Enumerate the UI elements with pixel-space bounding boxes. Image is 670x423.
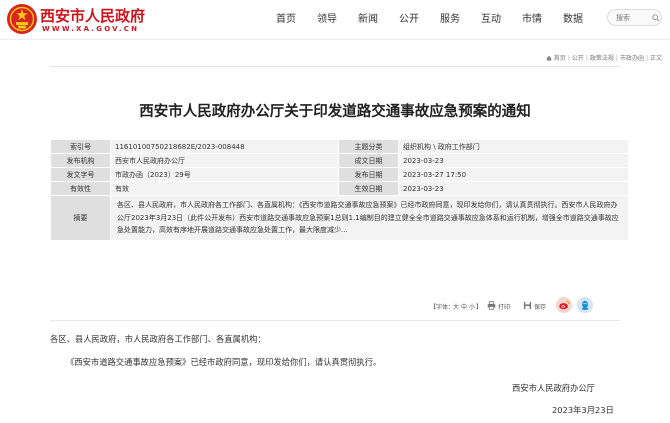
- table-row: 摘要 各区、县人民政府，市人民政府各工作部门、各直属机构：《西安市道路交通事故应…: [50, 195, 629, 241]
- topic-value: 组织机构 \ 政府工作部门: [398, 139, 629, 154]
- qq-icon: [581, 300, 589, 310]
- publish-date-label: 发布日期: [338, 167, 399, 182]
- site-title[interactable]: 西安市人民政府: [40, 5, 145, 26]
- validity-label: 有效性: [50, 181, 111, 196]
- breadcrumb-separator: |: [585, 55, 588, 62]
- doc-no-value: 市政办函（2023）29号: [110, 167, 339, 182]
- breadcrumb-public[interactable]: 公开: [572, 55, 584, 62]
- body-paragraph: 《西安市道路交通事故应急预案》已经市政府同意，现印发给你们，请认真贯彻执行。: [66, 357, 382, 367]
- site-header: 西安市人民政府 WWW.XA.GOV.CN 首页 领导 新闻 公开 服务 互动 …: [0, 0, 670, 40]
- doc-no-label: 发文字号: [50, 167, 111, 182]
- index-no-value: 11610100750218682E/2023-008448: [110, 139, 339, 154]
- table-row: 发文字号 市政办函（2023）29号 发布日期 2023-03-27 17:50: [50, 167, 629, 182]
- save-icon[interactable]: [523, 301, 532, 310]
- signature-date: 2023年3月23日: [552, 405, 614, 415]
- weibo-share-button[interactable]: [556, 297, 572, 313]
- search-icon[interactable]: [652, 14, 660, 22]
- effective-date-label: 生效日期: [338, 181, 399, 196]
- print-button[interactable]: 打印: [498, 302, 510, 311]
- issuer-label: 发布机构: [50, 153, 111, 168]
- nav-item-public[interactable]: 公开: [399, 10, 419, 25]
- breadcrumb-separator: |: [615, 55, 618, 62]
- nav-item-interaction[interactable]: 互动: [481, 10, 501, 25]
- index-no-label: 索引号: [50, 139, 111, 154]
- table-row: 发布机构 西安市人民政府办公厅 成文日期 2023-03-23: [50, 153, 629, 168]
- breadcrumb-policy[interactable]: 政策法规: [590, 55, 614, 62]
- breadcrumb-current: 正文: [649, 55, 662, 62]
- signature-text: 西安市人民政府办公厅: [512, 383, 595, 393]
- table-row: 索引号 11610100750218682E/2023-008448 主题分类 …: [50, 139, 629, 154]
- nav-item-home[interactable]: 首页: [276, 10, 296, 25]
- font-size-small[interactable]: 小: [469, 302, 475, 311]
- national-emblem-icon[interactable]: [6, 3, 38, 35]
- font-size-label: 【字体：: [430, 304, 455, 311]
- publish-date-value: 2023-03-27 17:50: [398, 167, 629, 182]
- issuer-value: 西安市人民政府办公厅: [110, 153, 339, 168]
- breadcrumb-separator: |: [567, 55, 570, 62]
- font-size-large[interactable]: 大: [453, 302, 459, 311]
- effective-date-value: 2023-03-23: [398, 181, 629, 196]
- abstract-value: 各区、县人民政府，市人民政府各工作部门、各直属机构：《西安市道路交通事故应急预案…: [110, 195, 629, 241]
- nav-item-data[interactable]: 数据: [563, 10, 583, 25]
- table-row: 有效性 有效 生效日期 2023-03-23: [50, 181, 629, 196]
- qq-share-button[interactable]: [577, 297, 593, 313]
- tools-divider: [50, 320, 620, 321]
- validity-value: 有效: [110, 181, 339, 196]
- breadcrumb: 首页 | 公开 | 政策法规 | 市政办函 | 正文: [546, 53, 662, 62]
- nav-item-city-info[interactable]: 市情: [522, 10, 542, 25]
- page-title: 西安市人民政府办公厅关于印发道路交通事故应急预案的通知: [139, 104, 531, 120]
- home-icon: [546, 55, 552, 61]
- nav-item-news[interactable]: 新闻: [358, 10, 378, 25]
- search-input[interactable]: [616, 12, 650, 23]
- print-icon[interactable]: [487, 301, 496, 310]
- abstract-label: 摘要: [50, 195, 111, 241]
- breadcrumb-separator: |: [645, 55, 648, 62]
- nav-item-leaders[interactable]: 领导: [317, 10, 337, 25]
- font-size-medium[interactable]: 中: [461, 302, 467, 311]
- search-box: [607, 9, 662, 26]
- weibo-icon: [559, 300, 570, 310]
- topic-label: 主题分类: [338, 139, 399, 154]
- salutation-text: 各区、县人民政府，市人民政府各工作部门、各直属机构：: [50, 334, 266, 344]
- written-date-label: 成文日期: [338, 153, 399, 168]
- breadcrumb-category[interactable]: 市政办函: [620, 55, 644, 62]
- nav-item-services[interactable]: 服务: [440, 10, 460, 25]
- breadcrumb-divider: [50, 66, 620, 67]
- font-size-bracket: 】: [476, 304, 483, 311]
- site-url: WWW.XA.GOV.CN: [42, 25, 140, 33]
- document-meta-table: 索引号 11610100750218682E/2023-008448 主题分类 …: [50, 139, 629, 241]
- written-date-value: 2023-03-23: [398, 153, 629, 168]
- save-button[interactable]: 保存: [534, 302, 546, 311]
- breadcrumb-home[interactable]: 首页: [554, 55, 566, 62]
